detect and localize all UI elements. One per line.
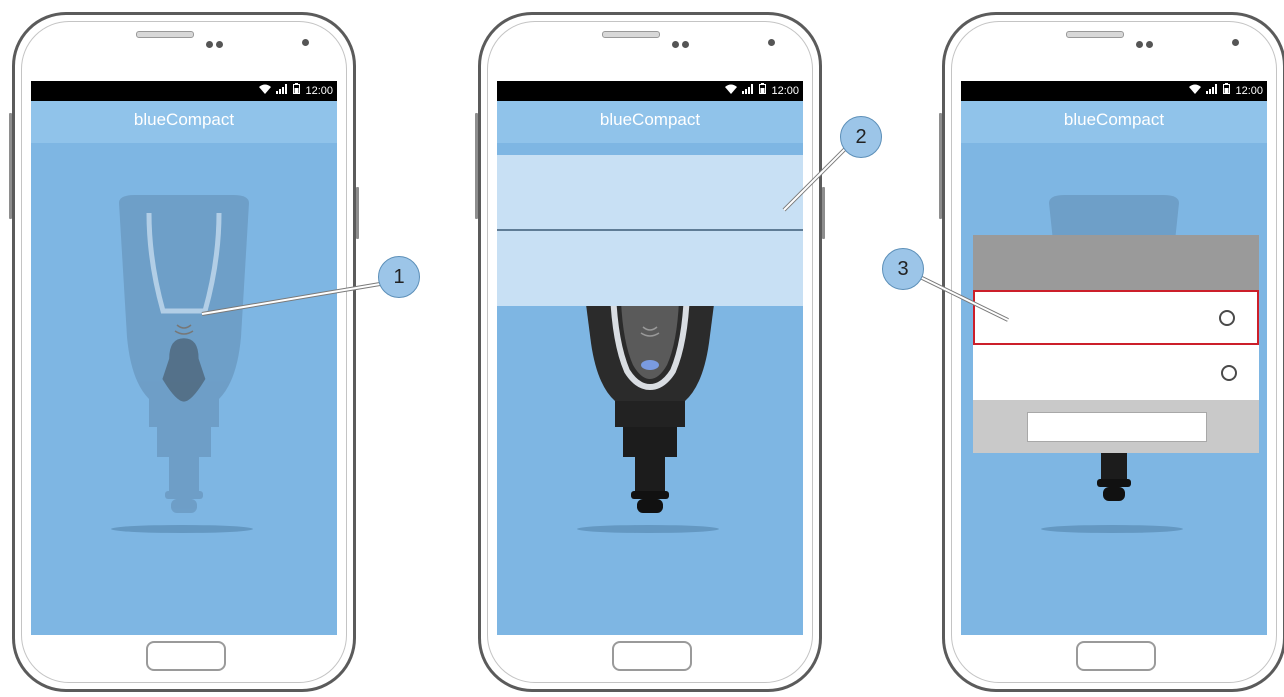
callout-number: 1	[393, 266, 405, 288]
callout-leaders	[201, 142, 1009, 322]
callout-3: 3	[882, 248, 924, 290]
callout-number: 3	[897, 258, 909, 280]
callout-2: 2	[840, 116, 882, 158]
callout-1: 1	[378, 256, 420, 298]
callout-number: 2	[855, 126, 867, 148]
